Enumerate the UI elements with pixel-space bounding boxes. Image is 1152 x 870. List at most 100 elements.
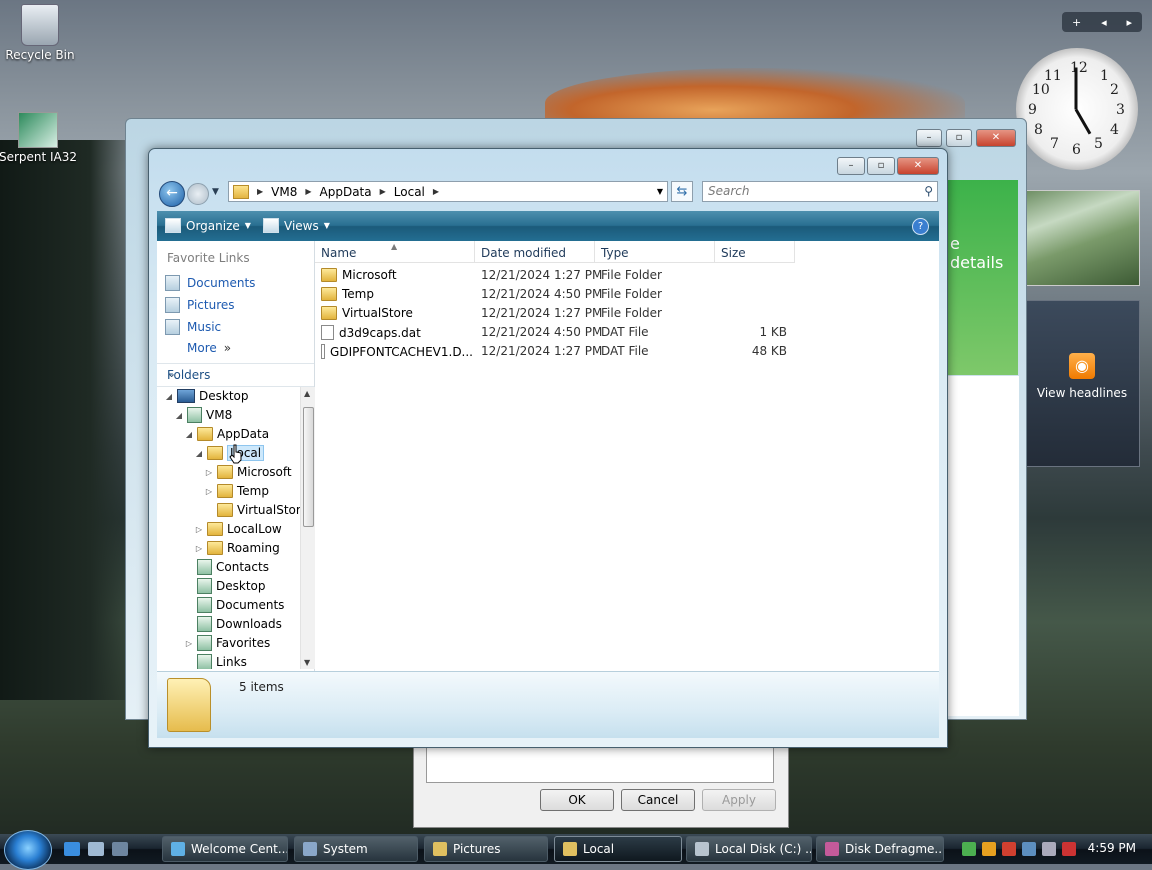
scrollbar-thumb[interactable] xyxy=(303,407,314,527)
file-row[interactable]: Microsoft 12/21/2024 1:27 PM File Folder xyxy=(315,266,939,285)
tree-item-appdata[interactable]: ◢ AppData xyxy=(185,425,269,443)
favorite-link-music[interactable]: Music xyxy=(165,319,221,335)
desktop-icon-serpent[interactable]: Serpent IA32 xyxy=(0,112,78,164)
maximize-button[interactable]: ▫ xyxy=(946,129,972,147)
tree-item-temp[interactable]: ▷ Temp xyxy=(205,482,269,500)
explorer-window[interactable]: – ▫ ✕ ← ▼ ▶ VM8 ▶ AppData ▶ Local ▶ ▼ ⇆ … xyxy=(148,148,948,748)
column-header-size[interactable]: Size xyxy=(715,241,795,263)
feed-headlines-gadget[interactable]: ◉ View headlines xyxy=(1024,300,1140,467)
file-row[interactable]: VirtualStore 12/21/2024 1:27 PM File Fol… xyxy=(315,304,939,323)
search-input[interactable]: Search ⚲ xyxy=(702,181,938,202)
taskbar-button-system[interactable]: System xyxy=(294,836,418,862)
tree-item-documents[interactable]: Documents xyxy=(185,596,284,614)
refresh-button[interactable]: ⇆ xyxy=(671,181,693,202)
scroll-up-icon[interactable]: ▲ xyxy=(304,389,310,398)
view-headlines-link[interactable]: View headlines xyxy=(1025,386,1139,400)
close-button[interactable]: ✕ xyxy=(897,157,939,175)
file-row[interactable]: d3d9caps.dat 12/21/2024 4:50 PM DAT File… xyxy=(315,323,939,342)
favorite-link-more[interactable]: More » xyxy=(187,341,231,355)
search-icon[interactable]: ⚲ xyxy=(924,182,933,201)
address-bar[interactable]: ▶ VM8 ▶ AppData ▶ Local ▶ ▼ xyxy=(228,181,668,202)
tree-item-roaming[interactable]: ▷ Roaming xyxy=(195,539,280,557)
collapsed-arrow-icon[interactable]: ▷ xyxy=(195,544,203,553)
volume-muted-icon[interactable] xyxy=(1062,842,1076,856)
minimize-button[interactable]: – xyxy=(837,157,865,175)
show-desktop-icon[interactable] xyxy=(88,842,104,856)
tree-item-favorites[interactable]: ▷ Favorites xyxy=(185,634,270,652)
minimize-button[interactable]: – xyxy=(916,129,942,147)
column-header-name[interactable]: Name ▲ xyxy=(315,241,475,263)
expanded-arrow-icon[interactable]: ◢ xyxy=(175,411,183,420)
clock-gadget[interactable]: 12 1 2 3 4 5 6 7 8 9 10 11 xyxy=(1016,48,1138,170)
expanded-arrow-icon[interactable]: ◢ xyxy=(185,430,193,439)
next-icon[interactable]: ▸ xyxy=(1127,16,1133,29)
tree-item-desktop-user[interactable]: Desktop xyxy=(185,577,266,595)
security-shield-icon[interactable] xyxy=(982,842,996,856)
cancel-button[interactable]: Cancel xyxy=(621,789,695,811)
folders-header[interactable]: Folders ⌄ xyxy=(157,363,314,387)
breadcrumb-separator[interactable]: ▶ xyxy=(257,187,263,196)
file-row[interactable]: Temp 12/21/2024 4:50 PM File Folder xyxy=(315,285,939,304)
forward-button[interactable] xyxy=(187,183,209,205)
taskbar-button-local[interactable]: Local xyxy=(554,836,682,862)
taskbar-button-local-disk[interactable]: Local Disk (C:) ... xyxy=(686,836,812,862)
internet-explorer-icon[interactable] xyxy=(64,842,80,856)
taskbar-button-pictures[interactable]: Pictures xyxy=(424,836,548,862)
scroll-down-icon[interactable]: ▼ xyxy=(304,658,310,667)
switch-windows-icon[interactable] xyxy=(112,842,128,856)
expanded-arrow-icon[interactable]: ◢ xyxy=(195,449,203,458)
views-button[interactable]: Views ▼ xyxy=(263,218,330,233)
tree-item-links[interactable]: Links xyxy=(185,653,247,669)
taskbar-button-welcome-center[interactable]: Welcome Cent... xyxy=(162,836,288,862)
breadcrumb-separator[interactable]: ▶ xyxy=(433,187,439,196)
address-dropdown-icon[interactable]: ▼ xyxy=(657,187,663,196)
breadcrumb-separator[interactable]: ▶ xyxy=(380,187,386,196)
sidebar-controls[interactable]: + ◂ ▸ xyxy=(1062,12,1142,32)
expanded-arrow-icon[interactable]: ◢ xyxy=(165,392,173,401)
prev-icon[interactable]: ◂ xyxy=(1101,16,1107,29)
tree-item-downloads[interactable]: Downloads xyxy=(185,615,282,633)
breadcrumb-appdata[interactable]: AppData xyxy=(320,185,372,199)
taskbar-button-disk-defragmenter[interactable]: Disk Defragme... xyxy=(816,836,944,862)
breadcrumb-vm8[interactable]: VM8 xyxy=(271,185,297,199)
alert-icon[interactable] xyxy=(1002,842,1016,856)
apply-button[interactable]: Apply xyxy=(702,789,776,811)
tree-item-vm8[interactable]: ◢ VM8 xyxy=(175,406,232,424)
tree-item-label: AppData xyxy=(217,427,270,441)
connection-icon[interactable] xyxy=(1022,842,1036,856)
collapsed-arrow-icon[interactable]: ▷ xyxy=(185,639,193,648)
properties-dialog[interactable]: OK Cancel Apply xyxy=(413,740,789,828)
tree-scrollbar[interactable]: ▲ ▼ xyxy=(300,387,315,669)
column-header-type[interactable]: Type xyxy=(595,241,715,263)
recent-pages-dropdown[interactable]: ▼ xyxy=(212,187,219,197)
clock-number: 10 xyxy=(1032,82,1050,98)
column-header-date[interactable]: Date modified xyxy=(475,241,595,263)
favorite-link-documents[interactable]: Documents xyxy=(165,275,255,291)
tree-item-virtualstore[interactable]: VirtualStore xyxy=(205,501,300,519)
tree-item-locallow[interactable]: ▷ LocalLow xyxy=(195,520,282,538)
taskbar-clock[interactable]: 4:59 PM xyxy=(1088,841,1136,855)
desktop-icon-recycle-bin[interactable]: Recycle Bin xyxy=(0,4,80,62)
tree-item-microsoft[interactable]: ▷ Microsoft xyxy=(205,463,292,481)
properties-text-area[interactable] xyxy=(426,747,774,783)
ok-button[interactable]: OK xyxy=(540,789,614,811)
add-gadget-icon[interactable]: + xyxy=(1072,16,1081,29)
network-icon[interactable] xyxy=(962,842,976,856)
back-button[interactable]: ← xyxy=(159,181,185,207)
slideshow-gadget[interactable] xyxy=(1024,190,1140,286)
breadcrumb-local[interactable]: Local xyxy=(394,185,425,199)
breadcrumb-separator[interactable]: ▶ xyxy=(305,187,311,196)
help-button[interactable]: ? xyxy=(912,218,929,235)
file-row[interactable]: GDIPFONTCACHEV1.D... 12/21/2024 1:27 PM … xyxy=(315,342,939,361)
tree-item-contacts[interactable]: Contacts xyxy=(185,558,269,576)
organize-button[interactable]: Organize ▼ xyxy=(165,218,251,233)
start-button[interactable] xyxy=(4,830,52,870)
collapsed-arrow-icon[interactable]: ▷ xyxy=(205,468,213,477)
collapsed-arrow-icon[interactable]: ▷ xyxy=(205,487,213,496)
close-button[interactable]: ✕ xyxy=(976,129,1016,147)
favorite-link-pictures[interactable]: Pictures xyxy=(165,297,235,313)
maximize-button[interactable]: ▫ xyxy=(867,157,895,175)
collapsed-arrow-icon[interactable]: ▷ xyxy=(195,525,203,534)
display-icon[interactable] xyxy=(1042,842,1056,856)
tree-item-desktop[interactable]: ◢ Desktop xyxy=(165,387,249,405)
